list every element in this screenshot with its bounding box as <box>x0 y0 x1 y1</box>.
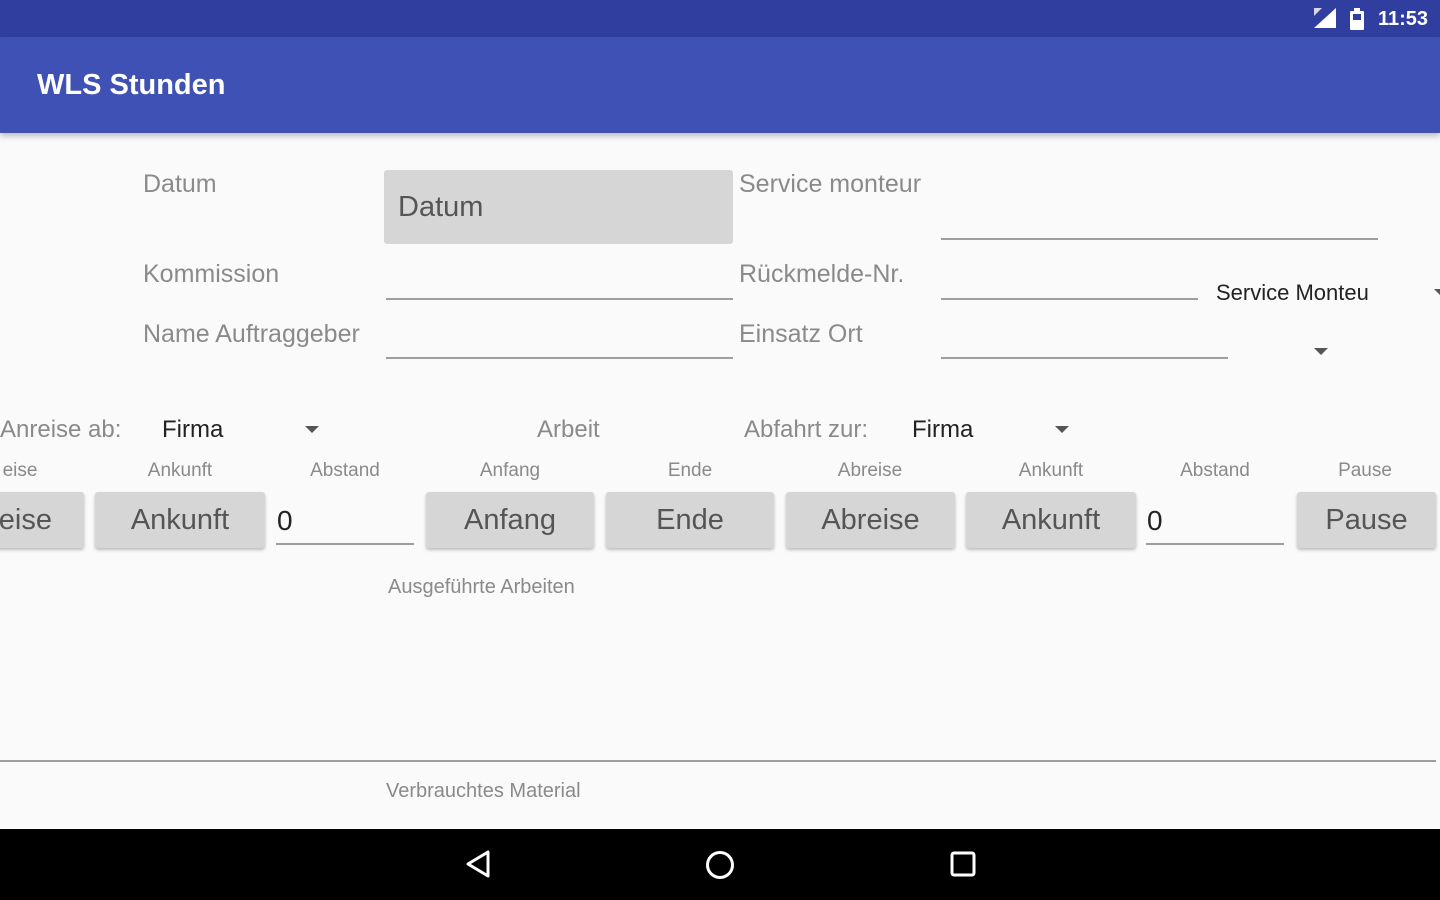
anfang-header: Anfang <box>479 460 541 481</box>
kommission-label: Kommission <box>143 260 280 288</box>
abreise-header: eise <box>2 460 38 481</box>
abreise-header-2: Abreise <box>837 460 903 481</box>
rueckmelde-input[interactable] <box>941 298 1198 300</box>
anfang-button[interactable]: Anfang <box>426 492 594 548</box>
abstand-value[interactable]: 0 <box>277 505 293 537</box>
einsatz-ort-input[interactable] <box>941 357 1228 359</box>
service-monteur-dropdown-icon[interactable] <box>1434 289 1440 296</box>
abstand-header-2: Abstand <box>1180 460 1250 481</box>
datum-button[interactable]: Datum <box>384 170 733 244</box>
service-monteur-input[interactable] <box>941 238 1378 240</box>
ausgefuehrte-arbeiten-label: Ausgeführte Arbeiten <box>388 576 575 598</box>
verbrauchtes-material-label: Verbrauchtes Material <box>386 780 581 802</box>
recents-icon[interactable] <box>949 850 977 878</box>
service-monteur-label: Service monteur <box>739 170 922 198</box>
ankunft-button-2[interactable]: Ankunft <box>966 492 1136 548</box>
app-bar: WLS Stunden <box>0 37 1440 133</box>
abstand-input-2[interactable] <box>1146 543 1284 545</box>
anreise-ab-spinner[interactable]: Firma <box>162 416 223 444</box>
abfahrt-zur-label: Abfahrt zur: <box>744 416 869 443</box>
abstand-value-2[interactable]: 0 <box>1147 505 1163 537</box>
signal-icon <box>1314 8 1336 28</box>
navigation-bar <box>0 829 1440 900</box>
einsatz-ort-dropdown-icon[interactable] <box>1314 348 1328 355</box>
home-icon[interactable] <box>704 849 736 881</box>
arbeit-label: Arbeit <box>537 416 600 443</box>
name-auftraggeber-input[interactable] <box>386 357 733 359</box>
kommission-input[interactable] <box>386 298 733 300</box>
rueckmelde-label: Rückmelde-Nr. <box>739 260 905 288</box>
pause-button[interactable]: Pause <box>1297 492 1436 548</box>
battery-icon <box>1350 8 1364 30</box>
abfahrt-zur-dropdown-icon[interactable] <box>1055 426 1069 433</box>
abreise-button[interactable]: eise <box>0 492 84 548</box>
ende-button[interactable]: Ende <box>606 492 774 548</box>
ankunft-button[interactable]: Ankunft <box>95 492 265 548</box>
service-monteur-spinner[interactable]: Service Monteu <box>1216 280 1369 306</box>
anreise-ab-dropdown-icon[interactable] <box>305 426 319 433</box>
einsatz-ort-label: Einsatz Ort <box>739 320 863 348</box>
anreise-ab-label: Anreise ab: <box>0 416 122 443</box>
datum-label: Datum <box>143 170 217 198</box>
divider <box>0 760 1436 762</box>
pause-header: Pause <box>1338 460 1392 481</box>
ende-header: Ende <box>667 460 713 481</box>
ankunft-header: Ankunft <box>147 460 213 481</box>
ankunft-header-2: Ankunft <box>1018 460 1084 481</box>
abstand-input[interactable] <box>276 543 414 545</box>
back-icon[interactable] <box>464 849 492 879</box>
name-auftraggeber-label: Name Auftraggeber <box>143 320 360 348</box>
abstand-header: Abstand <box>310 460 380 481</box>
abfahrt-zur-spinner[interactable]: Firma <box>912 416 973 444</box>
abreise-button-2[interactable]: Abreise <box>786 492 955 548</box>
status-bar: 11:53 <box>0 0 1440 37</box>
app-title: WLS Stunden <box>37 69 226 101</box>
status-clock: 11:53 <box>1377 8 1428 30</box>
